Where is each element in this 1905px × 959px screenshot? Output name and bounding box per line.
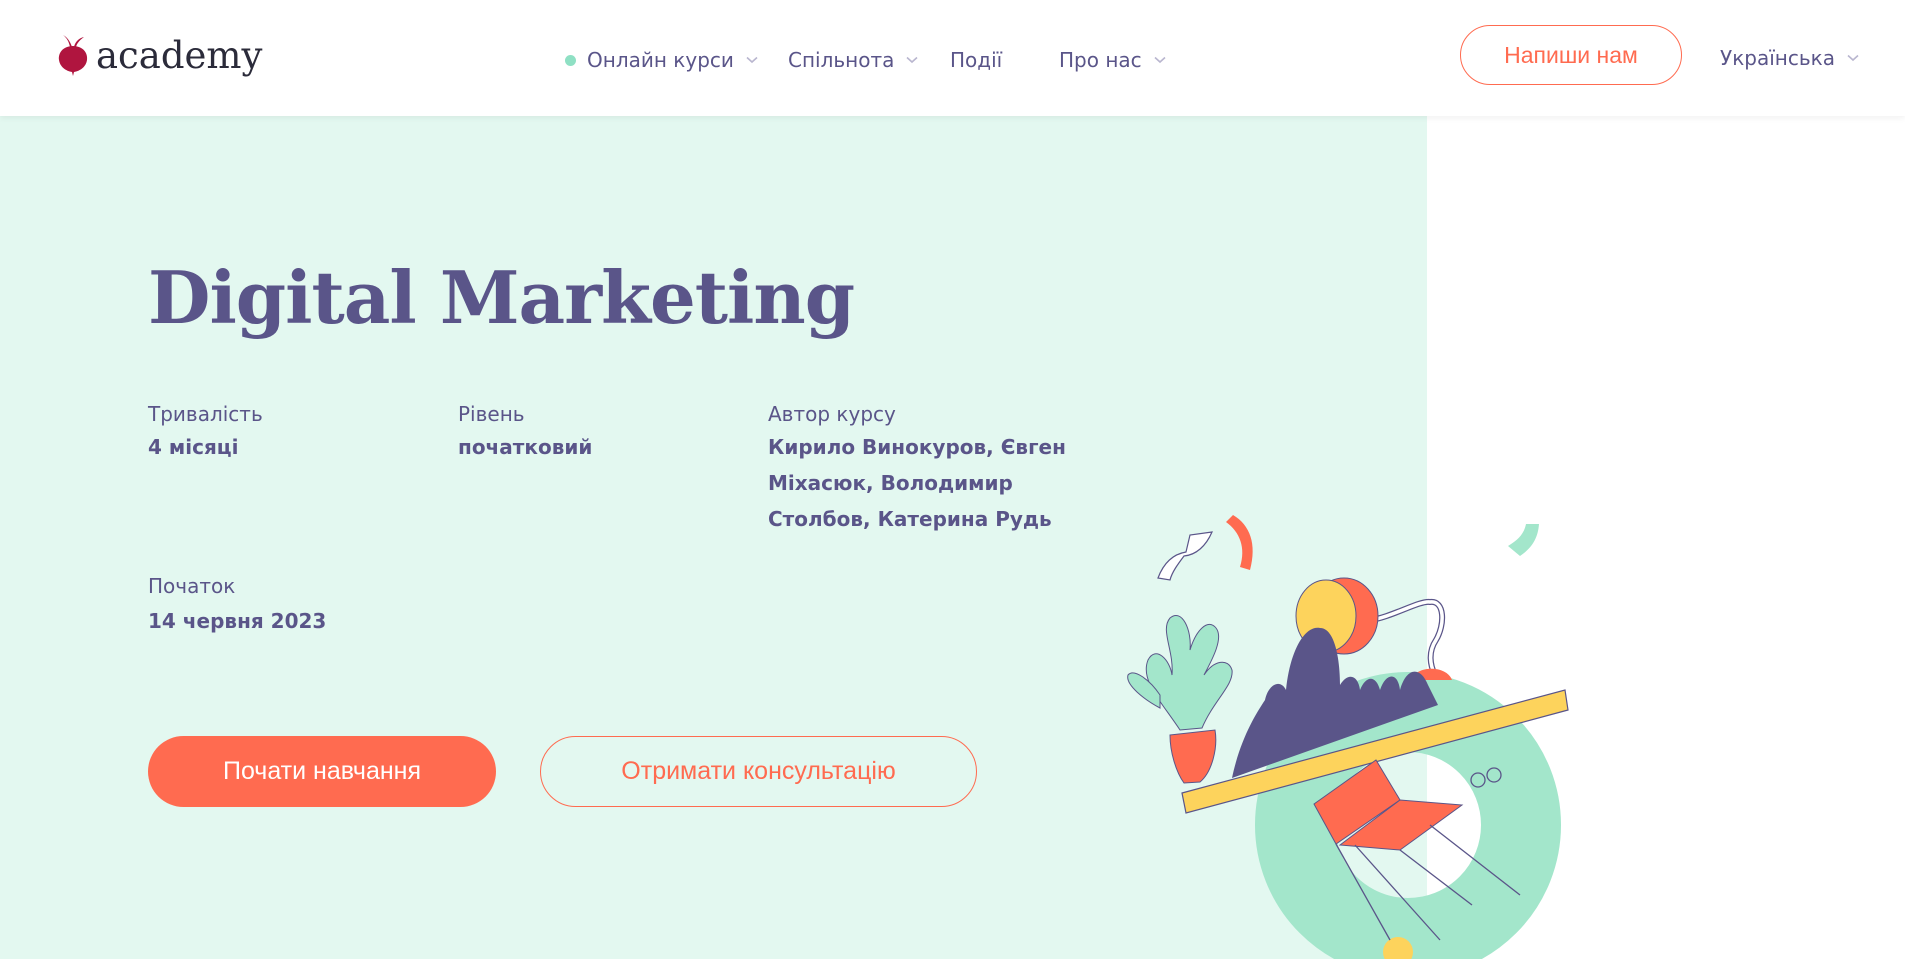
author-label: Автор курсу [768, 402, 896, 426]
potted-plant [1127, 615, 1233, 784]
chevron-down-icon [1847, 54, 1859, 62]
hero-illustration [1127, 515, 1569, 959]
nav-dot-icon [565, 54, 576, 66]
chevron-down-icon [906, 56, 918, 64]
nav-online-courses-label: Онлайн курси [587, 48, 734, 72]
language-selector[interactable]: Українська [1720, 46, 1859, 70]
author-value: Кирило Винокуров, Євген Міхасюк, Володим… [768, 429, 1066, 537]
level-value: початковий [458, 435, 593, 459]
nav-events-label: Події [950, 48, 1003, 72]
nav-about[interactable]: Про нас [1059, 48, 1166, 72]
confetti-white [1157, 531, 1213, 581]
logo-text: academy [96, 33, 263, 77]
author-line: Кирило Винокуров, Євген [768, 435, 1066, 459]
author-line: Столбов, Катерина Рудь [768, 507, 1052, 531]
confetti-red [1226, 515, 1253, 570]
nav-about-label: Про нас [1059, 48, 1142, 72]
nav-events[interactable]: Події [950, 48, 1002, 72]
duration-value: 4 місяці [148, 435, 239, 459]
nav-online-courses[interactable]: Онлайн курси [565, 48, 758, 72]
start-value: 14 червня 2023 [148, 609, 327, 633]
language-label: Українська [1720, 46, 1835, 70]
nav-community-label: Спільнота [788, 48, 895, 72]
logo[interactable]: academy [55, 32, 262, 78]
page-title: Digital Marketing [148, 255, 855, 340]
confetti-mint [1508, 524, 1539, 556]
chevron-down-icon [1154, 56, 1166, 64]
beet-logo-icon [58, 35, 88, 76]
duration-label: Тривалість [148, 402, 263, 426]
author-line: Міхасюк, Володимир [768, 471, 1013, 495]
nav-community[interactable]: Спільнота [788, 48, 918, 72]
site-header: academy Онлайн курси Спільнота Події Про… [0, 0, 1905, 116]
level-label: Рівень [458, 402, 525, 426]
chevron-down-icon [746, 56, 758, 64]
start-label: Початок [148, 574, 236, 598]
contact-us-button[interactable]: Напиши нам [1460, 25, 1682, 85]
start-learning-button[interactable]: Почати навчання [148, 736, 496, 807]
get-consultation-button[interactable]: Отримати консультацію [540, 736, 977, 807]
